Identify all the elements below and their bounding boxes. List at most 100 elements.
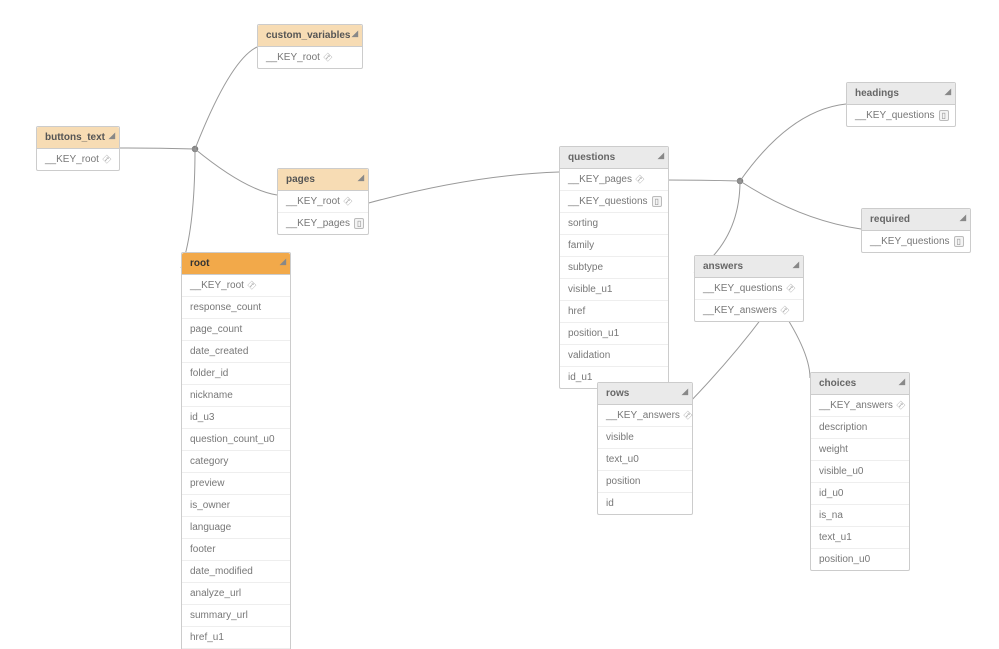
field-name: __KEY_questions <box>568 196 648 207</box>
table-rows[interactable]: rows◢ __KEY_answers⚿visibletext_u0positi… <box>597 382 693 515</box>
table-header[interactable]: custom_variables◢ <box>258 25 362 47</box>
field-row[interactable]: footer <box>182 539 290 561</box>
table-title: custom_variables <box>266 30 351 41</box>
field-name: summary_url <box>190 610 248 621</box>
field-row[interactable]: page_count <box>182 319 290 341</box>
field-row[interactable]: visible_u1 <box>560 279 668 301</box>
table-header[interactable]: questions◢ <box>560 147 668 169</box>
table-header[interactable]: choices◢ <box>811 373 909 395</box>
field-row[interactable]: date_modified <box>182 561 290 583</box>
field-row[interactable]: description <box>811 417 909 439</box>
field-row[interactable]: __KEY_questions▯ <box>847 105 955 126</box>
field-row[interactable]: __KEY_pages▯ <box>278 213 368 234</box>
field-row[interactable]: visible_u0 <box>811 461 909 483</box>
corner-icon: ◢ <box>352 29 358 38</box>
field-row[interactable]: __KEY_root⚿ <box>278 191 368 213</box>
field-name: id_u3 <box>190 412 214 423</box>
primary-key-icon: ⚿ <box>321 51 334 64</box>
field-row[interactable]: __KEY_root⚿ <box>258 47 362 68</box>
field-name: id_u1 <box>568 372 592 383</box>
field-row[interactable]: visible <box>598 427 692 449</box>
field-row[interactable]: nickname <box>182 385 290 407</box>
table-custom-variables[interactable]: custom_variables◢ __KEY_root⚿ <box>257 24 363 69</box>
field-row[interactable]: is_owner <box>182 495 290 517</box>
field-row[interactable]: __KEY_questions▯ <box>862 231 970 252</box>
table-headings[interactable]: headings ◢ __KEY_questions▯ <box>846 82 956 127</box>
field-name: weight <box>819 444 848 455</box>
field-row[interactable]: position_u1 <box>560 323 668 345</box>
field-row[interactable]: language <box>182 517 290 539</box>
field-row[interactable]: date_created <box>182 341 290 363</box>
table-title: rows <box>606 388 629 399</box>
field-name: folder_id <box>190 368 228 379</box>
table-header[interactable]: rows◢ <box>598 383 692 405</box>
field-name: description <box>819 422 867 433</box>
table-pages[interactable]: pages◢ __KEY_root⚿__KEY_pages▯ <box>277 168 369 235</box>
field-row[interactable]: href <box>560 301 668 323</box>
field-row[interactable]: position_u0 <box>811 549 909 570</box>
table-root[interactable]: root◢ __KEY_root⚿response_countpage_coun… <box>181 252 291 649</box>
table-header[interactable]: answers◢ <box>695 256 803 278</box>
table-title: headings <box>855 88 899 99</box>
table-header[interactable]: buttons_text ◢ <box>37 127 119 149</box>
field-name: family <box>568 240 594 251</box>
field-row[interactable]: family <box>560 235 668 257</box>
primary-key-icon: ⚿ <box>341 195 354 208</box>
field-row[interactable]: __KEY_answers⚿ <box>695 300 803 321</box>
table-buttons-text[interactable]: buttons_text ◢ __KEY_root⚿ <box>36 126 120 171</box>
field-row[interactable]: analyze_url <box>182 583 290 605</box>
field-row[interactable]: category <box>182 451 290 473</box>
diagram-canvas[interactable]: buttons_text◢ __KEY_root⚿ custom_variabl… <box>0 0 999 649</box>
field-row[interactable]: weight <box>811 439 909 461</box>
field-row[interactable]: folder_id <box>182 363 290 385</box>
field-row[interactable]: text_u1 <box>811 527 909 549</box>
field-name: position <box>606 476 640 487</box>
field-row[interactable]: preview <box>182 473 290 495</box>
table-title: buttons_text <box>45 132 105 143</box>
table-header[interactable]: headings ◢ <box>847 83 955 105</box>
table-questions[interactable]: questions◢ __KEY_pages⚿__KEY_questions▯s… <box>559 146 669 389</box>
field-row[interactable]: response_count <box>182 297 290 319</box>
field-name: __KEY_root <box>286 196 340 207</box>
table-answers[interactable]: answers◢ __KEY_questions⚿__KEY_answers⚿ <box>694 255 804 322</box>
field-row[interactable]: __KEY_questions⚿ <box>695 278 803 300</box>
corner-icon: ◢ <box>358 173 364 182</box>
field-row[interactable]: __KEY_answers⚿ <box>598 405 692 427</box>
primary-key-icon: ⚿ <box>778 304 791 317</box>
table-header[interactable]: root◢ <box>182 253 290 275</box>
field-row[interactable]: summary_url <box>182 605 290 627</box>
field-name: __KEY_root <box>45 154 99 165</box>
corner-icon: ◢ <box>945 87 951 96</box>
field-row[interactable]: question_count_u0 <box>182 429 290 451</box>
field-row[interactable]: subtype <box>560 257 668 279</box>
field-name: language <box>190 522 231 533</box>
field-row[interactable]: __KEY_pages⚿ <box>560 169 668 191</box>
table-choices[interactable]: choices◢ __KEY_answers⚿ description weight… <box>810 372 910 571</box>
field-row[interactable]: position <box>598 471 692 493</box>
table-header[interactable]: pages◢ <box>278 169 368 191</box>
field-row[interactable]: is_na <box>811 505 909 527</box>
field-row[interactable]: id <box>598 493 692 514</box>
corner-icon: ◢ <box>793 260 799 269</box>
field-row[interactable]: __KEY_root⚿ <box>182 275 290 297</box>
corner-icon: ◢ <box>109 131 115 140</box>
table-required[interactable]: required◢ __KEY_questions▯ <box>861 208 971 253</box>
field-row[interactable]: __KEY_root⚿ <box>37 149 119 170</box>
field-name: is_owner <box>190 500 230 511</box>
table-title: questions <box>568 152 615 163</box>
field-name: nickname <box>190 390 233 401</box>
table-header[interactable]: required◢ <box>862 209 970 231</box>
field-row[interactable]: id_u3 <box>182 407 290 429</box>
primary-key-icon: ⚿ <box>245 279 258 292</box>
field-row[interactable]: text_u0 <box>598 449 692 471</box>
field-row[interactable]: __KEY_answers⚿ <box>811 395 909 417</box>
field-name: sorting <box>568 218 598 229</box>
field-row[interactable]: sorting <box>560 213 668 235</box>
field-name: __KEY_questions <box>870 236 950 247</box>
field-row[interactable]: __KEY_questions▯ <box>560 191 668 213</box>
field-name: text_u1 <box>819 532 852 543</box>
field-row[interactable]: validation <box>560 345 668 367</box>
field-name: __KEY_questions <box>703 283 783 294</box>
field-row[interactable]: id_u0 <box>811 483 909 505</box>
field-row[interactable]: href_u1 <box>182 627 290 649</box>
